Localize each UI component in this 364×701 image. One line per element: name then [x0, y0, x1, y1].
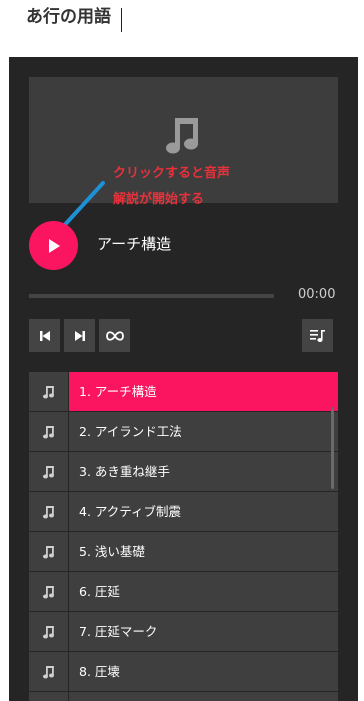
skip-next-icon [74, 330, 85, 341]
music-note-icon [166, 118, 198, 154]
music-note-icon [42, 425, 54, 438]
track-label: 8. 圧壊 [69, 652, 338, 691]
music-note-icon [42, 665, 54, 678]
track-icon-cell [29, 412, 68, 451]
play-button[interactable] [29, 221, 78, 270]
track-icon-cell [29, 452, 68, 491]
loop-button[interactable] [99, 319, 130, 352]
track-label: 7. 圧延マーク [69, 612, 338, 651]
music-note-icon [42, 385, 54, 398]
page-title: あ行の用語 [26, 7, 111, 27]
playlist-scrollbar[interactable] [331, 407, 334, 489]
music-note-icon [42, 625, 54, 638]
callout-text-line-1: クリックすると音声 [113, 166, 231, 181]
track-icon-cell [29, 692, 68, 701]
playlist-item[interactable]: 8. 圧壊 [29, 652, 338, 691]
music-note-icon [42, 465, 54, 478]
track-icon-cell [29, 492, 68, 531]
track-label: 2. アイランド工法 [69, 412, 338, 451]
track-label: 6. 圧延 [69, 572, 338, 611]
previous-button[interactable] [29, 319, 60, 352]
callout-text-line-2: 解説が開始する [113, 192, 205, 207]
track-label: 5. 浅い基礎 [69, 532, 338, 571]
playlist-icon [309, 329, 325, 342]
playlist-item[interactable]: 3. あき重ね継手 [29, 452, 338, 491]
track-icon-cell [29, 532, 68, 571]
playlist-item[interactable]: 4. アクティブ制震 [29, 492, 338, 531]
skip-previous-icon [39, 330, 50, 341]
playlist: 1. アーチ構造 2. アイランド工法 3. あき重ね継手 4. アクティブ制震… [29, 372, 338, 701]
audio-player: クリックすると音声 解説が開始する アーチ構造 00:00 1. アーチ構造 2… [9, 57, 358, 701]
now-playing-title: アーチ構造 [97, 235, 172, 253]
playlist-item[interactable]: 1. アーチ構造 [29, 372, 338, 411]
track-label: 3. あき重ね継手 [69, 452, 338, 491]
next-button[interactable] [64, 319, 95, 352]
track-icon-cell [29, 612, 68, 651]
play-icon [48, 238, 60, 253]
playlist-item[interactable]: 5. 浅い基礎 [29, 532, 338, 571]
track-label: 4. アクティブ制震 [69, 492, 338, 531]
track-icon-cell [29, 652, 68, 691]
playlist-button[interactable] [302, 319, 333, 352]
music-note-icon [42, 585, 54, 598]
track-label [69, 692, 338, 701]
progress-bar[interactable] [29, 294, 274, 298]
text-cursor [121, 8, 122, 32]
playlist-item[interactable]: 6. 圧延 [29, 572, 338, 611]
track-icon-cell [29, 372, 68, 411]
playlist-item[interactable]: 2. アイランド工法 [29, 412, 338, 451]
music-note-icon [42, 505, 54, 518]
track-label: 1. アーチ構造 [69, 372, 338, 411]
loop-icon [105, 330, 124, 341]
time-display: 00:00 [298, 287, 336, 302]
playlist-item[interactable]: 7. 圧延マーク [29, 612, 338, 651]
music-note-icon [42, 545, 54, 558]
track-icon-cell [29, 572, 68, 611]
playlist-item[interactable] [29, 692, 338, 701]
